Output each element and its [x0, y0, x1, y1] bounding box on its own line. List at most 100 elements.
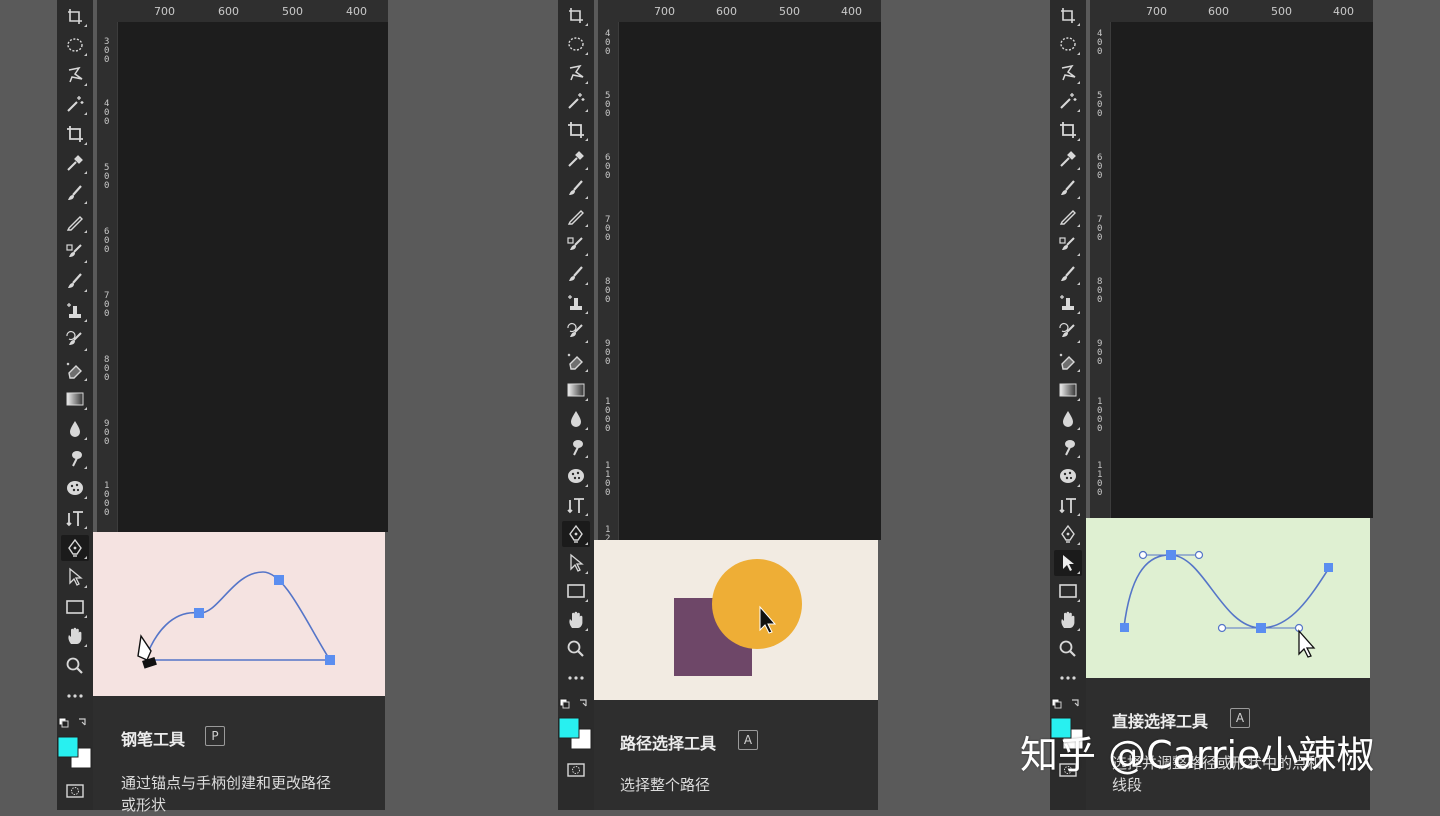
- sponge-tool[interactable]: [61, 475, 89, 501]
- gradient-tool[interactable]: [562, 377, 590, 403]
- pencil-tool[interactable]: [562, 203, 590, 229]
- eraser-tool[interactable]: [562, 348, 590, 374]
- zoom-tool[interactable]: [1054, 636, 1082, 662]
- crop-icon: [567, 121, 585, 139]
- healing-brush-tool[interactable]: [1054, 175, 1082, 201]
- edit-toolbar-button[interactable]: [1054, 665, 1082, 691]
- blur-tool[interactable]: [1054, 406, 1082, 432]
- history-brush-tool[interactable]: [61, 327, 89, 353]
- blur-tool[interactable]: [562, 406, 590, 432]
- type-tool[interactable]: [61, 505, 89, 531]
- eyedropper-tool[interactable]: [1054, 146, 1082, 172]
- color-swatches[interactable]: [57, 716, 93, 774]
- document-canvas[interactable]: [1111, 22, 1373, 518]
- pencil-icon: [1060, 210, 1076, 225]
- edit-toolbar-button[interactable]: [562, 665, 590, 691]
- pencil-tool[interactable]: [61, 209, 89, 235]
- lasso-tool[interactable]: [1054, 60, 1082, 86]
- sponge-tool[interactable]: [562, 463, 590, 489]
- path-selection-tool[interactable]: [61, 564, 89, 590]
- history-brush-tool[interactable]: [562, 319, 590, 345]
- ruler-tick: 700: [605, 215, 611, 243]
- lasso-tool[interactable]: [562, 60, 590, 86]
- zoom-tool[interactable]: [562, 636, 590, 662]
- artboard-tool[interactable]: [61, 3, 89, 29]
- horizontal-ruler: 700 600 500 400: [598, 0, 881, 23]
- pen-tool[interactable]: [61, 535, 89, 561]
- rich-tooltip-pen-tool: 钢笔工具 P 通过锚点与手柄创建和更改路径 或形状: [93, 532, 385, 814]
- mixer-brush-icon: [66, 244, 82, 258]
- rectangle-tool[interactable]: [562, 578, 590, 604]
- pen-tool[interactable]: [562, 521, 590, 547]
- toolbar: [1050, 0, 1086, 810]
- magic-wand-tool[interactable]: [61, 91, 89, 117]
- quick-mask-button[interactable]: [61, 778, 89, 804]
- quick-mask-button[interactable]: [562, 757, 590, 783]
- color-swatches[interactable]: [558, 697, 594, 755]
- sponge-tool[interactable]: [1054, 463, 1082, 489]
- healing-brush-tool[interactable]: [61, 180, 89, 206]
- ruler-tick: 400: [605, 29, 611, 57]
- hand-tool[interactable]: [61, 623, 89, 649]
- gradient-tool[interactable]: [1054, 377, 1082, 403]
- lasso-tool[interactable]: [61, 62, 89, 88]
- magic-wand-tool[interactable]: [1054, 88, 1082, 114]
- crop-tool[interactable]: [562, 117, 590, 143]
- eraser-tool[interactable]: [61, 357, 89, 383]
- mixer-brush-tool[interactable]: [61, 239, 89, 265]
- zoom-tool[interactable]: [61, 653, 89, 679]
- crop-tool[interactable]: [61, 121, 89, 147]
- clone-stamp-tool[interactable]: [562, 290, 590, 316]
- clone-stamp-tool[interactable]: [61, 298, 89, 324]
- healing-brush-tool[interactable]: [562, 175, 590, 201]
- eyedropper-tool[interactable]: [562, 146, 590, 172]
- clone-stamp-tool[interactable]: [1054, 290, 1082, 316]
- type-tool[interactable]: [562, 492, 590, 518]
- mixer-brush-tool[interactable]: [1054, 232, 1082, 258]
- sponge-icon: [1060, 469, 1076, 483]
- eyedropper-icon: [67, 155, 83, 171]
- dodge-tool[interactable]: [61, 445, 89, 471]
- document-canvas[interactable]: [619, 22, 881, 540]
- ruler-tick: 400: [1333, 5, 1354, 18]
- rectangle-tool[interactable]: [61, 594, 89, 620]
- type-tool[interactable]: [1054, 492, 1082, 518]
- brush-tool[interactable]: [562, 261, 590, 287]
- rectangle-tool[interactable]: [1054, 578, 1082, 604]
- pencil-tool[interactable]: [1054, 203, 1082, 229]
- edit-toolbar-button[interactable]: [61, 683, 89, 709]
- eyedropper-tool[interactable]: [61, 150, 89, 176]
- crop-tool[interactable]: [1054, 117, 1082, 143]
- watermark: 知乎 @Carrie小辣椒: [1020, 733, 1375, 777]
- hand-icon: [68, 627, 82, 644]
- ruler-tick: 300: [104, 37, 110, 65]
- vertical-ruler: 300 400 500 600 700 800 900 1000: [97, 22, 118, 532]
- hand-tool[interactable]: [1054, 607, 1082, 633]
- stamp-icon: [1059, 294, 1075, 311]
- artboard-tool[interactable]: [562, 2, 590, 28]
- gradient-tool[interactable]: [61, 386, 89, 412]
- artboard-tool[interactable]: [1054, 2, 1082, 28]
- marquee-tool[interactable]: [1054, 31, 1082, 57]
- blur-tool[interactable]: [61, 416, 89, 442]
- pen-tool[interactable]: [1054, 521, 1082, 547]
- mixer-brush-tool[interactable]: [562, 232, 590, 258]
- magic-wand-tool[interactable]: [562, 88, 590, 114]
- marquee-tool[interactable]: [562, 31, 590, 57]
- direct-selection-tool[interactable]: [1054, 550, 1082, 576]
- history-brush-icon: [65, 330, 82, 346]
- document-canvas[interactable]: [118, 22, 388, 532]
- path-selection-tool[interactable]: [562, 550, 590, 576]
- hand-tool[interactable]: [562, 607, 590, 633]
- brush-tool[interactable]: [61, 268, 89, 294]
- dodge-tool[interactable]: [562, 434, 590, 460]
- vertical-ruler: 400 500 600 700 800 900 1000 1100 12: [598, 22, 619, 544]
- brush-tool[interactable]: [1054, 261, 1082, 287]
- dodge-tool[interactable]: [1054, 434, 1082, 460]
- ruler-tick: 1100: [1097, 461, 1103, 498]
- history-brush-tool[interactable]: [1054, 319, 1082, 345]
- lasso-icon: [1061, 65, 1076, 81]
- eraser-tool[interactable]: [1054, 348, 1082, 374]
- marquee-tool[interactable]: [61, 32, 89, 58]
- path-selection-preview: [594, 540, 878, 700]
